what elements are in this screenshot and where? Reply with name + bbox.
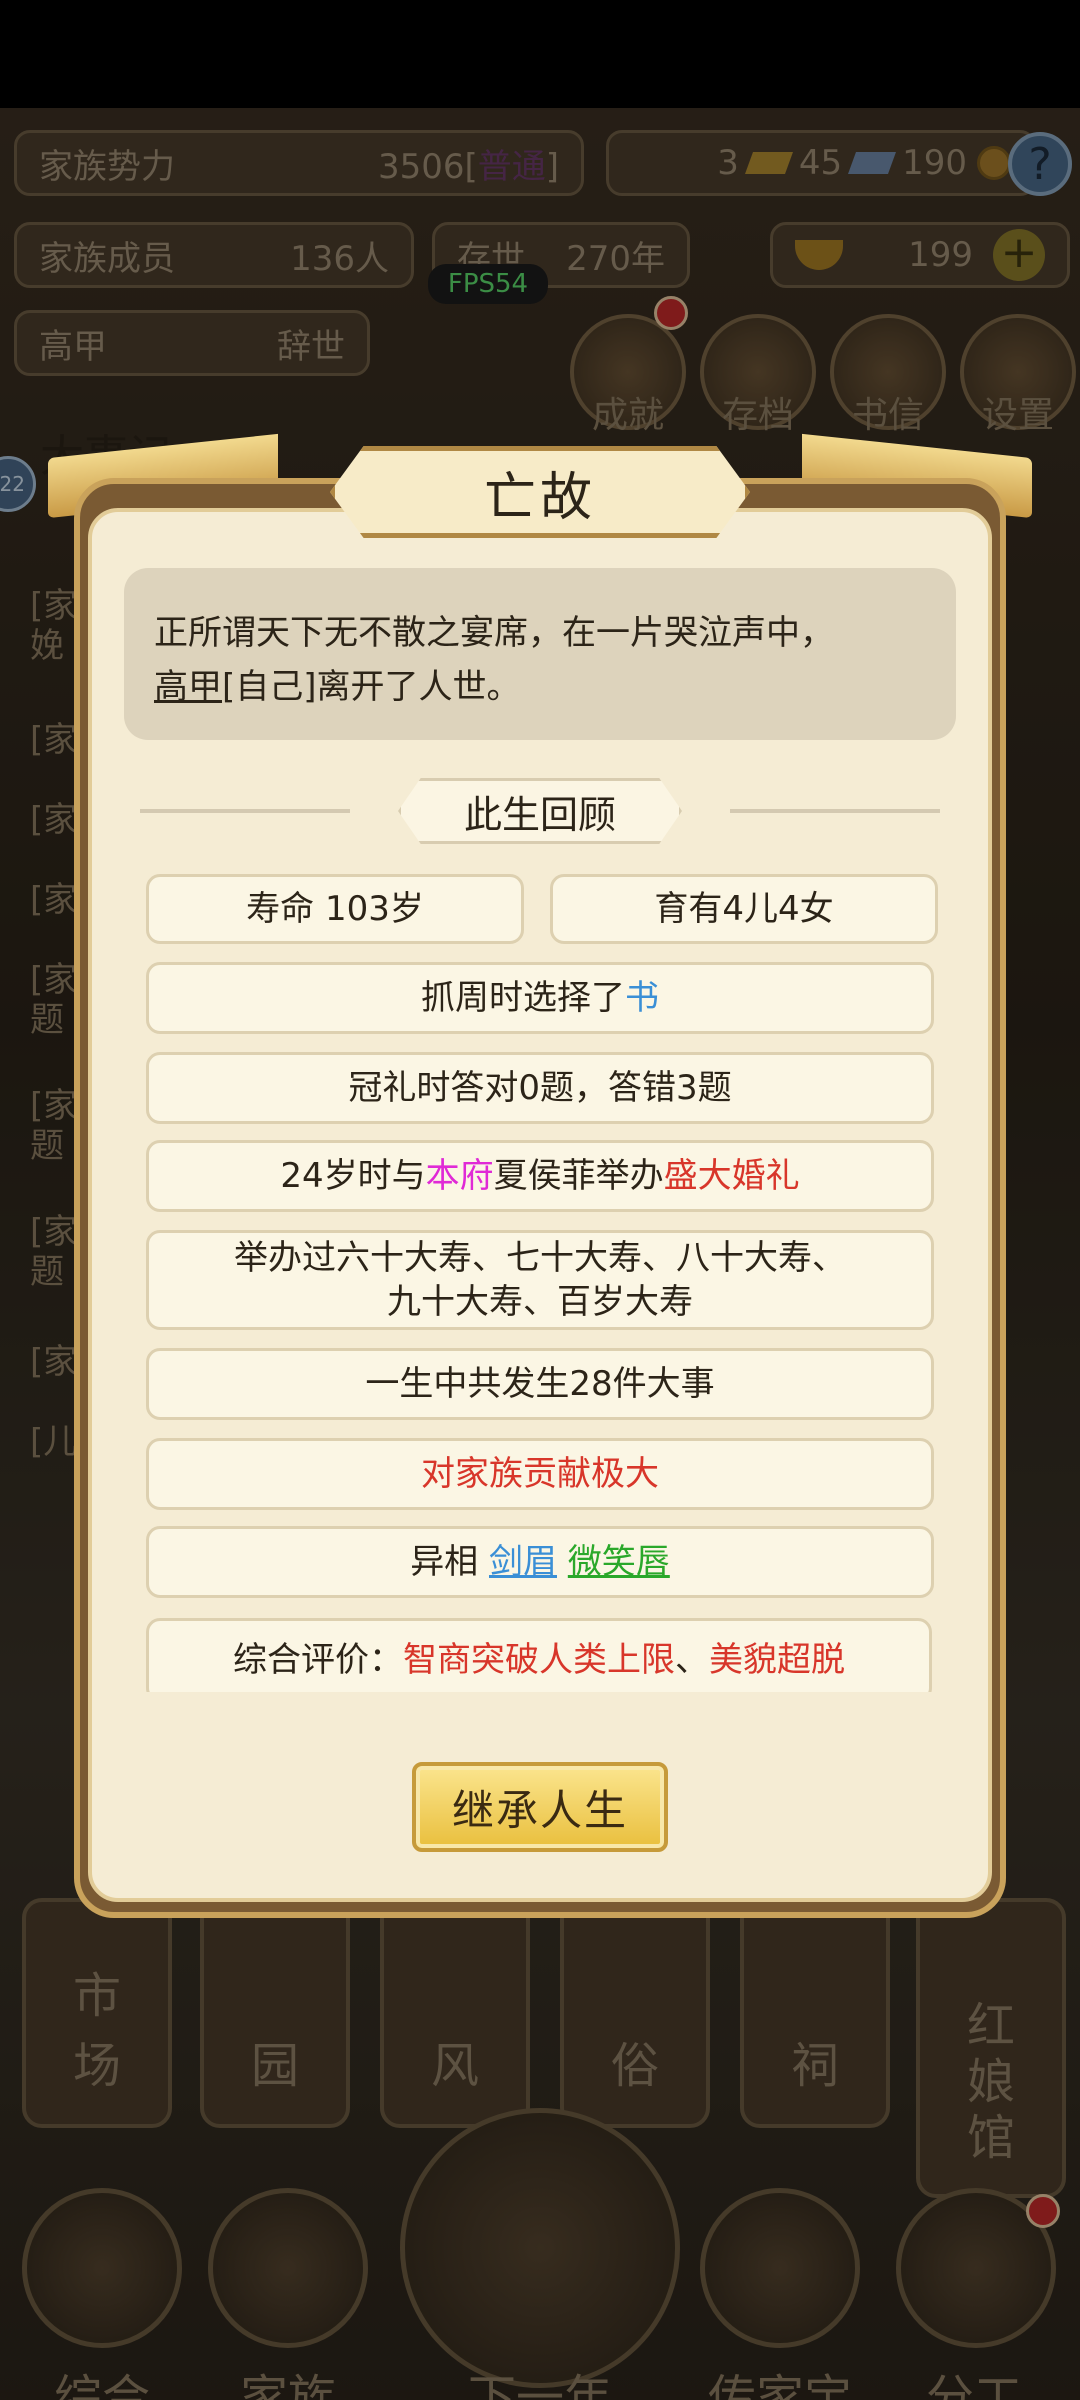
achievement-label: 成就: [591, 395, 664, 436]
nav-next-year[interactable]: 下一年: [420, 2358, 660, 2400]
nav-assign[interactable]: 分工: [884, 2358, 1064, 2400]
evaluation-card: 综合评价： 智商突破人类上限、美貌超脱: [146, 1618, 932, 1692]
building-shrine[interactable]: 祠: [740, 1898, 890, 2128]
life-review-header: 此生回顾: [140, 778, 940, 844]
gold-bar-count: 3: [717, 143, 739, 183]
coin-icon: [977, 146, 1011, 180]
silver-count: 45: [798, 143, 843, 183]
zhuazhou-item: 书: [625, 978, 659, 1018]
log-line: 题: [30, 1126, 64, 1166]
wedding-card: 24岁时与 本府 夏侯菲举办 盛大婚礼: [146, 1140, 934, 1212]
silver-bar-icon: [848, 152, 897, 174]
death-message: 正所谓天下无不散之宴席，在一片哭泣声中， 高甲[自己]离开了人世。: [124, 568, 956, 740]
person-status-pill[interactable]: 高甲 辞世: [14, 310, 370, 376]
deceased-name-link[interactable]: 高甲: [154, 667, 222, 707]
log-line: 娩: [30, 626, 64, 666]
log-line: 题: [30, 1000, 64, 1040]
status-bar: [0, 0, 1080, 108]
log-line: [家: [30, 880, 78, 920]
traits-prefix: 异相: [410, 1542, 479, 1582]
family-power-pill[interactable]: 家族势力 3506[普通]: [14, 130, 584, 196]
building-garden[interactable]: 园: [200, 1898, 350, 2128]
death-message-line1: 正所谓天下无不散之宴席，在一片哭泣声中，: [154, 613, 834, 653]
person-status: 辞世: [277, 326, 345, 367]
birthdays-line1: 举办过六十大寿、七十大寿、八十大寿、: [234, 1238, 846, 1278]
zhuazhou-prefix: 抓周时选择了: [421, 978, 625, 1018]
level-badge: 22: [0, 456, 36, 512]
evaluation-beauty: 美貌超脱: [709, 1640, 845, 1680]
ingot-value: 199: [908, 235, 973, 275]
building-market[interactable]: 市 场: [22, 1898, 172, 2128]
family-members-value: 136人: [290, 238, 389, 279]
trait-smiling-lips[interactable]: 微笑唇: [568, 1540, 670, 1584]
ingot-icon: [795, 240, 843, 270]
achievement-notification-dot: [654, 296, 688, 330]
zhuazhou-card: 抓周时选择了书: [146, 962, 934, 1034]
birthdays-card: 举办过六十大寿、七十大寿、八十大寿、 九十大寿、百岁大寿: [146, 1230, 934, 1330]
family-power-value: 3506[: [377, 146, 478, 187]
letter-label: 书信: [851, 395, 924, 436]
log-line: [家: [30, 720, 78, 760]
nav-heirloom[interactable]: 传家宝: [690, 2358, 870, 2400]
fps-counter: FPS54: [428, 264, 548, 304]
evaluation-separator: 、: [675, 1640, 709, 1680]
coin-count: 190: [902, 143, 967, 183]
help-icon[interactable]: ?: [1008, 132, 1072, 196]
wedding-house: 本府: [425, 1156, 494, 1196]
death-message-line2-rest: [自己]离开了人世。: [222, 667, 521, 707]
family-power-label: 家族势力: [39, 146, 175, 187]
save-label: 存档: [721, 395, 794, 436]
resources-pill[interactable]: 3 45 190: [606, 130, 1036, 196]
assign-notification-dot: [1026, 2194, 1060, 2228]
capping-ceremony-card: 冠礼时答对0题，答错3题: [146, 1052, 934, 1124]
gold-bar-icon: [744, 152, 793, 174]
mountain-icon[interactable]: [400, 2108, 680, 2388]
log-line: [家: [30, 800, 78, 840]
divider-right: [730, 809, 940, 813]
family-power-rank: 普通: [477, 146, 546, 187]
children-card: 育有4儿4女: [550, 874, 938, 944]
birthdays-line2: 九十大寿、百岁大寿: [387, 1282, 693, 1322]
log-line: 题: [30, 1252, 64, 1292]
log-line: [儿: [30, 1422, 78, 1462]
lifespan-card: 寿命 103岁: [146, 874, 524, 944]
family-power-value-group: 3506[普通]: [378, 139, 559, 188]
building-matchmaker[interactable]: 红 娘 馆: [916, 1898, 1066, 2198]
review-list-scroll[interactable]: 综合评价： 智商突破人类上限、美貌超脱: [140, 1612, 940, 1692]
nav-family[interactable]: 家族: [198, 2358, 378, 2400]
evaluation-prefix: 综合评价：: [233, 1640, 403, 1680]
add-ingot-icon[interactable]: +: [993, 229, 1045, 281]
building-custom[interactable]: 俗: [560, 1898, 710, 2128]
trait-sword-brows[interactable]: 剑眉: [489, 1540, 557, 1584]
dialog-title: 亡故: [483, 467, 596, 528]
family-members-pill[interactable]: 家族成员 136人: [14, 222, 414, 288]
person-name: 高甲: [39, 326, 107, 367]
wedding-type: 盛大婚礼: [663, 1156, 800, 1196]
family-power-close: ]: [545, 146, 559, 187]
general-nav-icon[interactable]: [22, 2188, 182, 2348]
dialog-title-plate: 亡故: [330, 446, 750, 538]
life-review-title: 此生回顾: [398, 778, 682, 844]
log-line: [家: [30, 1342, 78, 1382]
wedding-middle: 夏侯菲举办: [493, 1156, 664, 1196]
ingot-pill[interactable]: 199 +: [770, 222, 1070, 288]
nav-general[interactable]: 综合: [12, 2358, 192, 2400]
family-members-label: 家族成员: [39, 238, 175, 279]
exist-value: 270年: [566, 238, 665, 279]
heirloom-nav-icon[interactable]: [700, 2188, 860, 2348]
evaluation-iq: 智商突破人类上限: [403, 1640, 675, 1680]
inherit-life-button[interactable]: 继承人生: [412, 1762, 668, 1852]
death-message-line2: 高甲[自己]离开了人世。: [154, 660, 926, 714]
wedding-prefix: 24岁时与: [280, 1156, 426, 1196]
events-card: 一生中共发生28件大事: [146, 1348, 934, 1420]
family-nav-icon[interactable]: [208, 2188, 368, 2348]
building-feng[interactable]: 风: [380, 1898, 530, 2128]
contribution-card: 对家族贡献极大: [146, 1438, 934, 1510]
settings-label: 设置: [981, 395, 1054, 436]
traits-card: 异相 剑眉 微笑唇: [146, 1526, 934, 1598]
divider-left: [140, 809, 350, 813]
